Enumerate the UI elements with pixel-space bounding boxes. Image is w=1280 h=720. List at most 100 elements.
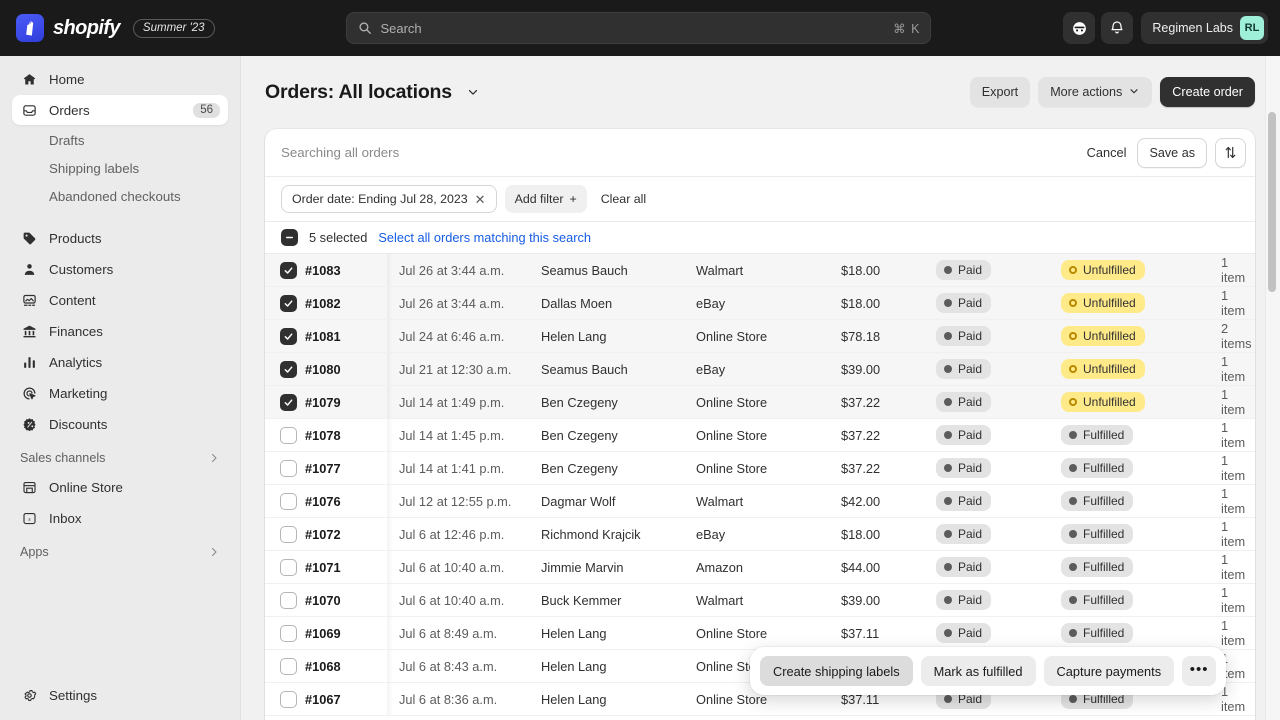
order-id-cell[interactable]: #1069: [305, 617, 393, 649]
order-id-cell[interactable]: #1070: [305, 584, 393, 616]
status-dot-icon: [944, 563, 952, 571]
order-id-cell[interactable]: #1079: [305, 386, 393, 418]
orders-search-input[interactable]: Searching all orders: [281, 145, 1076, 160]
row-checkbox[interactable]: [280, 559, 297, 576]
mark-as-fulfilled-button[interactable]: Mark as fulfilled: [921, 656, 1036, 686]
customer-cell: Helen Lang: [541, 329, 696, 344]
row-checkbox[interactable]: [280, 262, 297, 279]
sidebar-item-customers[interactable]: Customers: [12, 254, 228, 284]
order-id-cell[interactable]: #1078: [305, 419, 393, 451]
item-count-cell: 1 item: [1221, 618, 1255, 648]
customer-cell: Richmond Krajcik: [541, 527, 696, 542]
table-row[interactable]: #1080Jul 21 at 12:30 a.m.Seamus BaucheBa…: [265, 353, 1255, 386]
order-id-cell[interactable]: #1067: [305, 683, 393, 715]
sidebar-item-analytics[interactable]: Analytics: [12, 347, 228, 377]
table-row[interactable]: #1071Jul 6 at 10:40 a.m.Jimmie MarvinAma…: [265, 551, 1255, 584]
sidebar-item-abandoned-checkouts[interactable]: Abandoned checkouts: [12, 182, 228, 210]
sidebar-section-sales-channels[interactable]: Sales channels: [12, 444, 228, 472]
store-front-icon[interactable]: [1063, 12, 1095, 44]
save-as-button[interactable]: Save as: [1137, 138, 1207, 168]
order-id-cell[interactable]: #1081: [305, 320, 393, 352]
sidebar-item-label: Customers: [49, 262, 113, 277]
table-row[interactable]: #1070Jul 6 at 10:40 a.m.Buck KemmerWalma…: [265, 584, 1255, 617]
row-checkbox[interactable]: [280, 625, 297, 642]
row-checkbox[interactable]: [280, 592, 297, 609]
brand-logo[interactable]: shopify Summer '23: [16, 14, 215, 42]
table-row[interactable]: #1077Jul 14 at 1:41 p.m.Ben CzegenyOnlin…: [265, 452, 1255, 485]
table-row[interactable]: #1082Jul 26 at 3:44 a.m.Dallas MoeneBay$…: [265, 287, 1255, 320]
scrollbar-thumb[interactable]: [1268, 112, 1276, 292]
sidebar-item-settings[interactable]: Settings: [12, 680, 228, 710]
table-row[interactable]: #1069Jul 6 at 8:49 a.m.Helen LangOnline …: [265, 617, 1255, 650]
row-checkbox[interactable]: [280, 328, 297, 345]
order-id: #1083: [305, 263, 341, 278]
row-checkbox[interactable]: [280, 691, 297, 708]
select-all-matching-link[interactable]: Select all orders matching this search: [378, 230, 591, 245]
sidebar-item-shipping-labels[interactable]: Shipping labels: [12, 154, 228, 182]
sidebar-item-discounts[interactable]: Discounts: [12, 409, 228, 439]
payment-status-label: Paid: [958, 263, 982, 277]
add-filter-button[interactable]: Add filter +: [505, 185, 587, 213]
close-icon[interactable]: ✕: [475, 193, 486, 206]
sort-arrows-icon[interactable]: [1215, 138, 1246, 168]
sidebar-item-marketing[interactable]: Marketing: [12, 378, 228, 408]
table-row[interactable]: #1076Jul 12 at 12:55 p.m.Dagmar WolfWalm…: [265, 485, 1255, 518]
table-row[interactable]: #1078Jul 14 at 1:45 p.m.Ben CzegenyOnlin…: [265, 419, 1255, 452]
status-dot-icon: [1069, 596, 1077, 604]
sidebar-section-apps[interactable]: Apps: [12, 538, 228, 566]
select-all-checkbox[interactable]: [281, 229, 298, 246]
order-id-cell[interactable]: #1076: [305, 485, 393, 517]
cancel-button[interactable]: Cancel: [1076, 145, 1138, 160]
row-checkbox[interactable]: [280, 394, 297, 411]
table-row[interactable]: #1083Jul 26 at 3:44 a.m.Seamus BauchWalm…: [265, 254, 1255, 287]
row-checkbox[interactable]: [280, 427, 297, 444]
order-id-cell[interactable]: #1083: [305, 254, 393, 286]
order-id-cell[interactable]: #1072: [305, 518, 393, 550]
row-checkbox[interactable]: [280, 526, 297, 543]
sidebar-item-drafts[interactable]: Drafts: [12, 126, 228, 154]
capture-payments-button[interactable]: Capture payments: [1044, 656, 1175, 686]
row-checkbox[interactable]: [280, 295, 297, 312]
search-input[interactable]: Search ⌘ K: [346, 12, 931, 44]
row-checkbox[interactable]: [280, 493, 297, 510]
fulfillment-status-label: Fulfilled: [1083, 428, 1124, 442]
row-checkbox[interactable]: [280, 361, 297, 378]
order-id: #1071: [305, 560, 341, 575]
sidebar-item-orders[interactable]: Orders 56: [12, 95, 228, 125]
sidebar-item-inbox[interactable]: s Inbox: [12, 503, 228, 533]
order-id-cell[interactable]: #1082: [305, 287, 393, 319]
order-id-cell[interactable]: #1068: [305, 650, 393, 682]
sidebar-item-online-store[interactable]: Online Store: [12, 472, 228, 502]
table-row[interactable]: #1081Jul 24 at 6:46 a.m.Helen LangOnline…: [265, 320, 1255, 353]
order-id-cell[interactable]: #1077: [305, 452, 393, 484]
chevron-down-icon[interactable]: [466, 85, 480, 99]
more-actions-button[interactable]: More actions: [1038, 77, 1152, 107]
order-id-cell[interactable]: #1080: [305, 353, 393, 385]
sidebar-item-products[interactable]: Products: [12, 223, 228, 253]
filter-chip-order-date[interactable]: Order date: Ending Jul 28, 2023 ✕: [281, 185, 497, 213]
create-shipping-labels-button[interactable]: Create shipping labels: [760, 656, 913, 686]
more-options-icon[interactable]: •••: [1182, 656, 1216, 686]
sidebar-item-finances[interactable]: Finances: [12, 316, 228, 346]
clear-all-button[interactable]: Clear all: [595, 192, 652, 206]
location-selector-label[interactable]: All locations: [339, 81, 452, 103]
table-row[interactable]: #1079Jul 14 at 1:49 p.m.Ben CzegenyOnlin…: [265, 386, 1255, 419]
export-button[interactable]: Export: [970, 77, 1030, 107]
row-checkbox-cell: [265, 617, 305, 649]
sidebar-item-home[interactable]: Home: [12, 64, 228, 94]
payment-status-cell: Paid: [936, 326, 1061, 346]
bell-icon[interactable]: [1101, 12, 1133, 44]
status-badge: Fulfilled: [1061, 623, 1133, 643]
payment-status-cell: Paid: [936, 293, 1061, 313]
sticky-column-shadow: [387, 650, 393, 682]
fulfillment-status-label: Unfulfilled: [1083, 362, 1136, 376]
sidebar-item-content[interactable]: Content: [12, 285, 228, 315]
row-checkbox[interactable]: [280, 460, 297, 477]
channel-cell: Walmart: [696, 593, 841, 608]
store-switcher-button[interactable]: Regimen Labs RL: [1141, 12, 1268, 44]
row-checkbox[interactable]: [280, 658, 297, 675]
create-order-button[interactable]: Create order: [1160, 77, 1255, 107]
table-row[interactable]: #1072Jul 6 at 12:46 p.m.Richmond Krajcik…: [265, 518, 1255, 551]
item-count-cell: 1 item: [1221, 552, 1255, 582]
order-id-cell[interactable]: #1071: [305, 551, 393, 583]
